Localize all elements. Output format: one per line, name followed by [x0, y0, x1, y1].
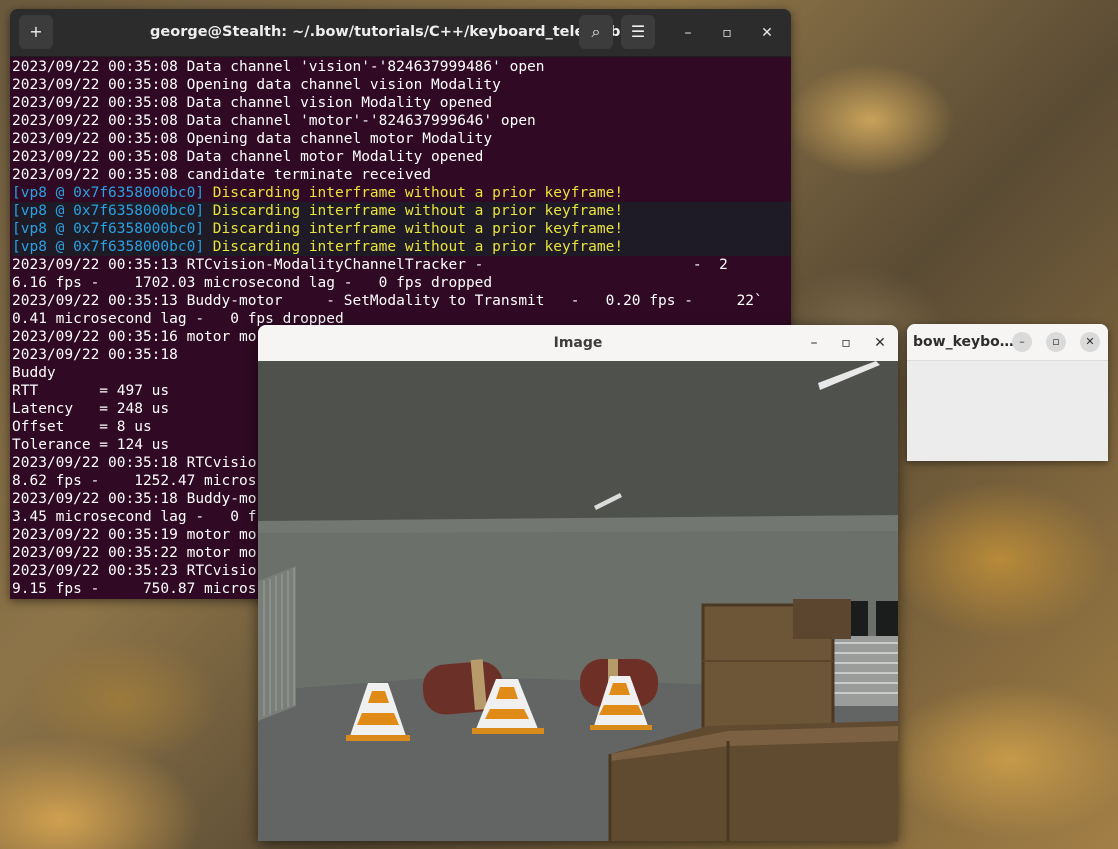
- terminal-line: 2023/09/22 00:35:08 Data channel motor M…: [12, 148, 791, 166]
- search-icon: ⌕: [591, 22, 601, 41]
- log-text: 9.15 fps - 750.87 micros: [12, 581, 257, 597]
- log-text: 2023/09/22 00:35:18: [12, 347, 178, 363]
- maximize-button[interactable]: ▫: [836, 333, 856, 353]
- minimize-button[interactable]: –: [677, 22, 699, 44]
- teleop-window-titlebar[interactable]: bow_keyboard_teleop – ▫ ✕: [907, 324, 1108, 361]
- image-window[interactable]: Image – ▫ ✕: [258, 325, 898, 841]
- minimize-button[interactable]: –: [804, 333, 824, 353]
- ceiling: [258, 361, 898, 521]
- close-button[interactable]: ✕: [756, 22, 778, 44]
- log-warning-text: Discarding interframe without a prior ke…: [204, 239, 624, 255]
- log-text: 2023/09/22 00:35:08 Data channel 'vision…: [12, 59, 545, 75]
- log-text: Buddy: [12, 365, 56, 381]
- close-button[interactable]: ✕: [1080, 332, 1100, 352]
- log-text: 2023/09/22 00:35:13 Buddy-motor - SetMod…: [12, 293, 763, 309]
- log-text: 2023/09/22 00:35:08 Opening data channel…: [12, 77, 501, 93]
- terminal-line: 6.16 fps - 1702.03 microsecond lag - 0 f…: [12, 274, 791, 292]
- log-text: 2023/09/22 00:35:08 Data channel vision …: [12, 95, 493, 111]
- log-text: 2023/09/22 00:35:18 Buddy-mo: [12, 491, 257, 507]
- minimize-button[interactable]: –: [1012, 332, 1032, 352]
- terminal-line: [vp8 @ 0x7f6358000bc0] Discarding interf…: [12, 238, 791, 256]
- terminal-line: 2023/09/22 00:35:08 Opening data channel…: [12, 76, 791, 94]
- terminal-line: 2023/09/22 00:35:08 Opening data channel…: [12, 130, 791, 148]
- log-warning-text: Discarding interframe without a prior ke…: [204, 221, 624, 237]
- log-warning-text: Discarding interframe without a prior ke…: [204, 185, 624, 201]
- log-source-tag: [vp8 @ 0x7f6358000bc0]: [12, 221, 205, 237]
- log-text: 2023/09/22 00:35:23 RTCvisio: [12, 563, 257, 579]
- close-button[interactable]: ✕: [870, 333, 890, 353]
- terminal-line: 2023/09/22 00:35:13 RTCvision-ModalityCh…: [12, 256, 791, 274]
- log-text: 2023/09/22 00:35:18 RTCvisio: [12, 455, 257, 471]
- log-text: 2023/09/22 00:35:08 candidate terminate …: [12, 167, 432, 183]
- log-source-tag: [vp8 @ 0x7f6358000bc0]: [12, 185, 205, 201]
- maximize-button[interactable]: ▫: [716, 22, 738, 44]
- wooden-crate: [701, 599, 851, 733]
- terminal-line: [vp8 @ 0x7f6358000bc0] Discarding interf…: [12, 202, 791, 220]
- maximize-button[interactable]: ▫: [1046, 332, 1066, 352]
- image-window-title: Image: [553, 335, 603, 351]
- log-text: Tolerance = 124 us: [12, 437, 170, 453]
- log-text: 2023/09/22 00:35:08 Data channel motor M…: [12, 149, 484, 165]
- terminal-line: 2023/09/22 00:35:08 Data channel 'motor'…: [12, 112, 791, 130]
- log-text: 2023/09/22 00:35:16 motor mo: [12, 329, 257, 345]
- log-text: RTT = 497 us: [12, 383, 170, 399]
- terminal-line: 2023/09/22 00:35:13 Buddy-motor - SetMod…: [12, 292, 791, 310]
- log-text: 2023/09/22 00:35:13 RTCvision-ModalityCh…: [12, 257, 728, 273]
- log-text: Latency = 248 us: [12, 401, 170, 417]
- terminal-line: 2023/09/22 00:35:08 candidate terminate …: [12, 166, 791, 184]
- log-warning-text: Discarding interframe without a prior ke…: [204, 203, 624, 219]
- log-text: 2023/09/22 00:35:22 motor mo: [12, 545, 257, 561]
- camera-feed-image: [258, 361, 898, 841]
- hamburger-menu-icon: ☰: [630, 22, 646, 41]
- terminal-header-bar: + george@Stealth: ~/.bow/tutorials/C++/k…: [10, 9, 791, 57]
- image-window-titlebar[interactable]: Image – ▫ ✕: [258, 325, 898, 362]
- terminal-line: 2023/09/22 00:35:08 Data channel 'vision…: [12, 58, 791, 76]
- metal-rack: [831, 636, 898, 706]
- log-text: 6.16 fps - 1702.03 microsecond lag - 0 f…: [12, 275, 493, 291]
- log-text: 3.45 microsecond lag - 0 f: [12, 509, 257, 525]
- search-button[interactable]: ⌕: [579, 15, 613, 49]
- terminal-title: george@Stealth: ~/.bow/tutorials/C++/key…: [150, 24, 651, 40]
- log-text: 8.62 fps - 1252.47 micros: [12, 473, 257, 489]
- log-text: 2023/09/22 00:35:08 Opening data channel…: [12, 131, 493, 147]
- log-text: Offset = 8 us: [12, 419, 152, 435]
- teleop-window-title: bow_keyboard_teleop: [913, 334, 1015, 350]
- log-source-tag: [vp8 @ 0x7f6358000bc0]: [12, 203, 205, 219]
- log-text: 2023/09/22 00:35:19 motor mo: [12, 527, 257, 543]
- terminal-line: [vp8 @ 0x7f6358000bc0] Discarding interf…: [12, 184, 791, 202]
- menu-button[interactable]: ☰: [621, 15, 655, 49]
- log-text: 2023/09/22 00:35:08 Data channel 'motor'…: [12, 113, 536, 129]
- terminal-line: 2023/09/22 00:35:08 Data channel vision …: [12, 94, 791, 112]
- terminal-line: [vp8 @ 0x7f6358000bc0] Discarding interf…: [12, 220, 791, 238]
- teleop-window[interactable]: bow_keyboard_teleop – ▫ ✕: [907, 324, 1108, 461]
- log-source-tag: [vp8 @ 0x7f6358000bc0]: [12, 239, 205, 255]
